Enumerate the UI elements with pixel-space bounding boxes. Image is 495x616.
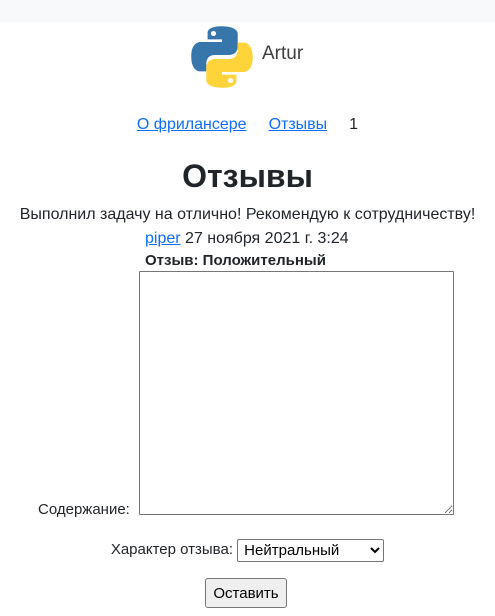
review-date: 27 ноября 2021 г. 3:24 xyxy=(185,230,349,247)
brand[interactable]: Artur xyxy=(186,20,303,94)
review-kind: Отзыв: Положительный xyxy=(145,252,326,269)
review-text: Выполнил задачу на отлично! Рекомендую к… xyxy=(19,206,476,223)
page-title: Отзывы xyxy=(182,158,313,194)
review-meta: piper 27 ноября 2021 г. 3:24 xyxy=(145,228,349,250)
review-kind-label: Характер отзыва: xyxy=(110,541,233,559)
python-logo-icon xyxy=(191,26,253,88)
review-kind-row: Характер отзыва: Нейтральный xyxy=(0,538,495,562)
top-bar xyxy=(0,0,495,22)
nav-link-reviews[interactable]: Отзывы xyxy=(269,116,328,133)
review-author-link[interactable]: piper xyxy=(145,230,181,247)
content-textarea[interactable] xyxy=(139,271,454,515)
review-kind-select[interactable]: Нейтральный xyxy=(237,538,385,562)
page-number: 1 xyxy=(349,116,359,133)
content-label: Содержание: xyxy=(38,501,130,518)
nav-link-about-freelancer[interactable]: О фрилансере xyxy=(137,116,247,133)
submit-button[interactable]: Оставить xyxy=(205,578,287,608)
nav-links: О фрилансере Отзывы 1 xyxy=(0,114,495,136)
brand-name[interactable]: Artur xyxy=(262,44,303,63)
